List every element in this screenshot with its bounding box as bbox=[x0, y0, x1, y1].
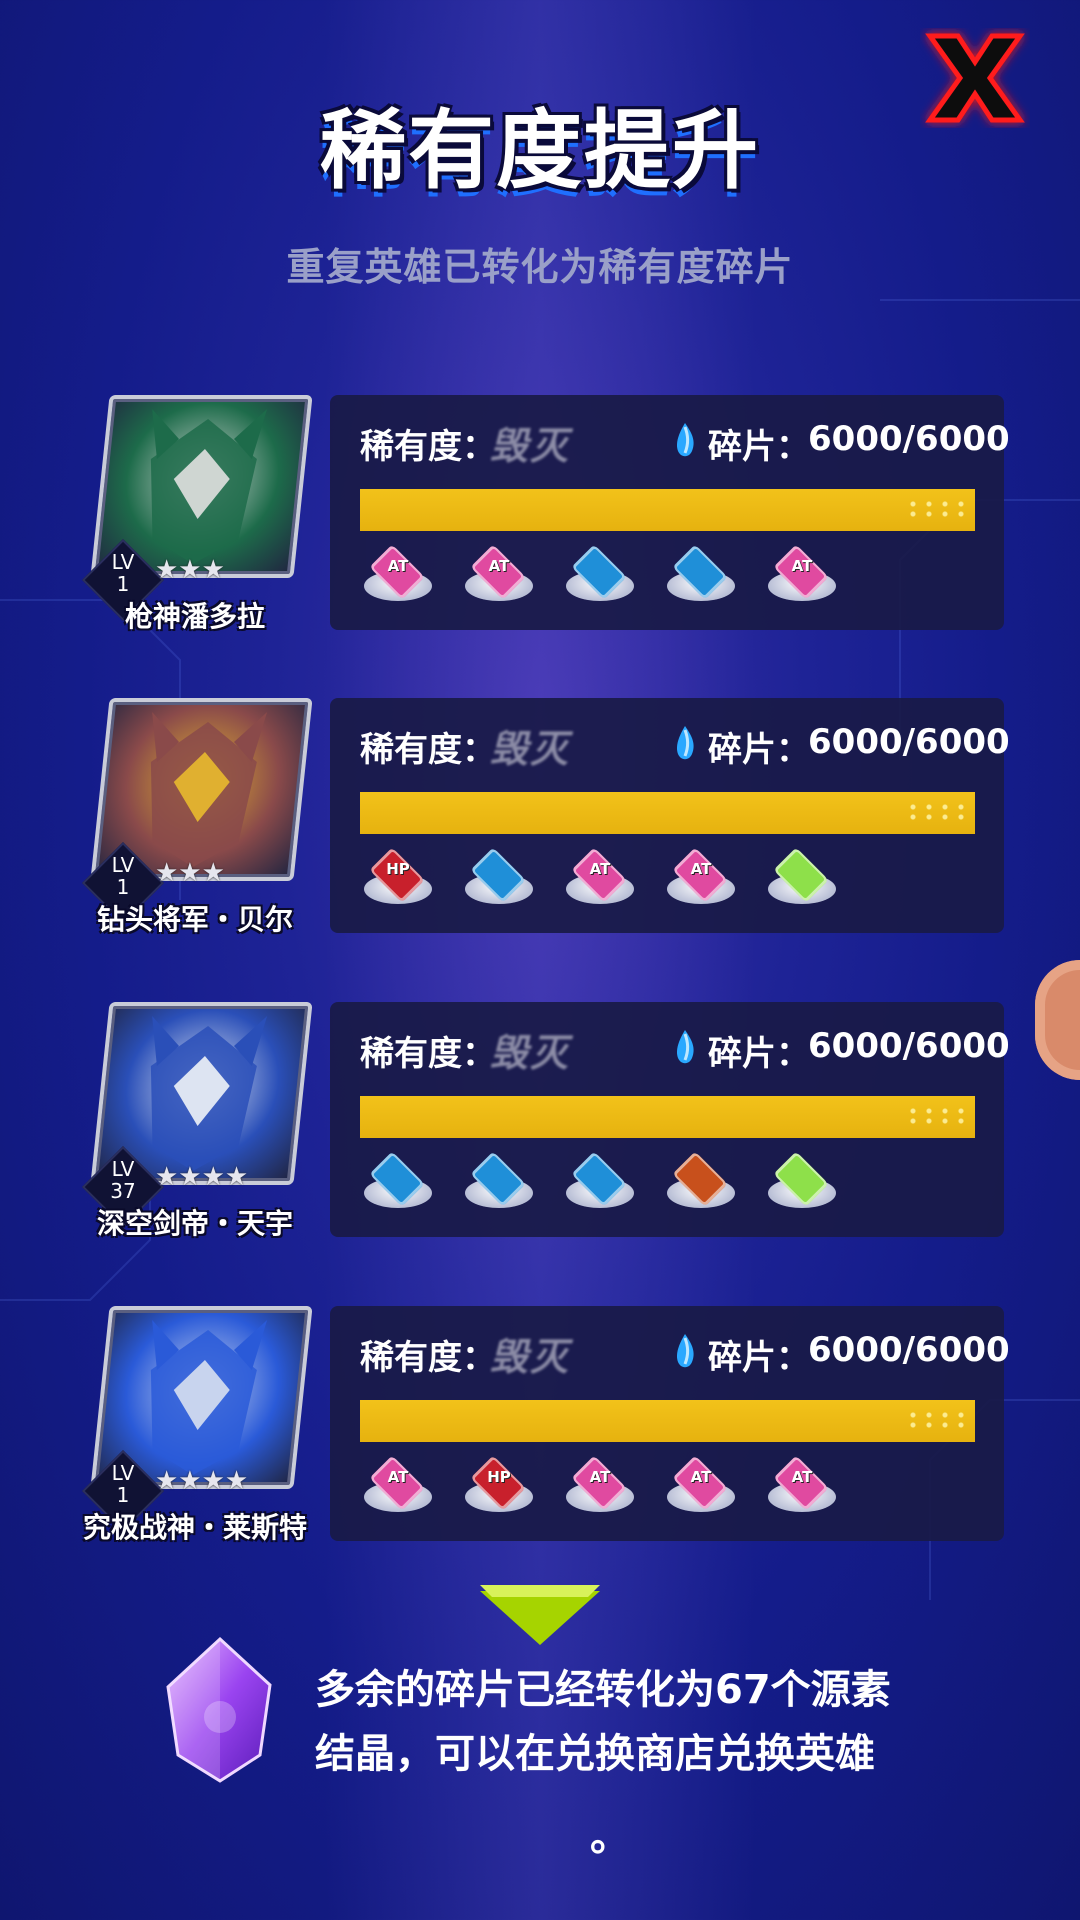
fragment-crystal-icon bbox=[676, 423, 694, 457]
atk-chip-icon: AT bbox=[764, 1455, 840, 1520]
rarity-value: 毁灭 bbox=[490, 424, 571, 468]
hero-name: 究极战神・莱斯特 bbox=[82, 1511, 307, 1544]
hp-chip-icon: HP bbox=[461, 1455, 537, 1520]
atk-chip-icon: AT bbox=[562, 847, 638, 912]
fragment-progress-bar bbox=[360, 1096, 975, 1138]
star-rating: ★★★★ bbox=[155, 1162, 249, 1192]
page-title: 稀有度提升 bbox=[320, 101, 760, 201]
fragment-crystal-icon bbox=[676, 1334, 694, 1368]
hero-row: LV 37 ★★★★ 深空剑帝・天宇 稀有度： 毁灭 碎片： 6000/6000 bbox=[0, 1002, 1080, 1242]
footer-note: 多余的碎片已经转化为67个源素 结晶，可以在兑换商店兑换英雄 bbox=[315, 1658, 935, 1786]
star-chip-icon bbox=[663, 544, 739, 609]
down-arrow-icon bbox=[480, 1585, 600, 1645]
footer-note-line2: 结晶，可以在兑换商店兑换英雄 bbox=[315, 1731, 875, 1777]
rarity-value: 毁灭 bbox=[490, 1335, 571, 1379]
page-subtitle: 重复英雄已转化为稀有度碎片 bbox=[286, 245, 794, 289]
fragment-progress-bar bbox=[360, 792, 975, 834]
crit-chip-icon bbox=[663, 1151, 739, 1216]
star-rating: ★★★ bbox=[155, 858, 225, 888]
star-rating: ★★★★ bbox=[155, 1466, 249, 1496]
star-chip-icon bbox=[461, 1151, 537, 1216]
fragment-label: 碎片： bbox=[708, 1034, 810, 1074]
atk-chip-icon: AT bbox=[360, 1455, 436, 1520]
fragment-count: 6000/6000 bbox=[808, 1026, 1010, 1066]
atk-chip-icon: AT bbox=[764, 544, 840, 609]
star-chip-icon bbox=[360, 1151, 436, 1216]
hero-row: LV1 ★★★★ 究极战神・莱斯特 稀有度： 毁灭 碎片： 6000/6000 bbox=[0, 1306, 1080, 1546]
hero-fragment-panel: 稀有度： 毁灭 碎片： 6000/6000 AT bbox=[330, 1306, 1010, 1541]
fragment-progress-bar bbox=[360, 489, 975, 531]
hero-name: 钻头将军・贝尔 bbox=[96, 903, 293, 936]
source-crystal-icon bbox=[166, 1636, 272, 1783]
rarity-label: 稀有度： bbox=[360, 1034, 496, 1074]
hero-row: LV 1 ★★★ 钻头将军・贝尔 稀有度： 毁灭 碎片： 6000/6000 H… bbox=[0, 698, 1080, 938]
hero-fragment-panel: 稀有度： 毁灭 碎片： 6000/6000 HP AT AT bbox=[330, 698, 1010, 933]
sparkle-chip-icon bbox=[764, 1151, 840, 1216]
hero-fragment-panel: 稀有度： 毁灭 碎片： 6000/6000 AT bbox=[330, 395, 1010, 630]
fragment-progress-bar bbox=[360, 1400, 975, 1442]
rarity-value: 毁灭 bbox=[490, 727, 571, 771]
atk-chip-icon: AT bbox=[461, 544, 537, 609]
rarity-label: 稀有度： bbox=[360, 1338, 496, 1378]
atk-chip-icon: AT bbox=[663, 847, 739, 912]
star-chip-icon bbox=[461, 847, 537, 912]
fragment-crystal-icon bbox=[676, 1030, 694, 1064]
hero-row: LV 1 ★★★ 枪神潘多拉 稀有度： 毁灭 碎片： 6000/6000 AT … bbox=[0, 395, 1080, 635]
star-chip-icon bbox=[562, 1151, 638, 1216]
fragment-label: 碎片： bbox=[708, 730, 810, 770]
star-chip-icon bbox=[562, 544, 638, 609]
hp-chip-icon: HP bbox=[360, 847, 436, 912]
sparkle-chip-icon bbox=[764, 847, 840, 912]
footer-note-line1: 多余的碎片已经转化为67个源素 bbox=[315, 1667, 891, 1713]
hero-name: 枪神潘多拉 bbox=[124, 600, 265, 633]
atk-chip-icon: AT bbox=[562, 1455, 638, 1520]
fragment-label: 碎片： bbox=[708, 1338, 810, 1378]
rarity-label: 稀有度： bbox=[360, 427, 496, 467]
star-rating: ★★★ bbox=[155, 555, 225, 585]
fragment-count: 6000/6000 bbox=[808, 419, 1010, 459]
footer-note-tail: 。 bbox=[590, 1814, 630, 1860]
rarity-label: 稀有度： bbox=[360, 730, 496, 770]
fragment-count: 6000/6000 bbox=[808, 722, 1010, 762]
fragment-crystal-icon bbox=[676, 726, 694, 760]
atk-chip-icon: AT bbox=[663, 1455, 739, 1520]
rarity-value: 毁灭 bbox=[490, 1031, 571, 1075]
hero-name: 深空剑帝・天宇 bbox=[96, 1207, 293, 1240]
fragment-count: 6000/6000 bbox=[808, 1330, 1010, 1370]
atk-chip-icon: AT bbox=[360, 544, 436, 609]
hero-fragment-panel: 稀有度： 毁灭 碎片： 6000/6000 bbox=[330, 1002, 1010, 1237]
fragment-label: 碎片： bbox=[708, 427, 810, 467]
